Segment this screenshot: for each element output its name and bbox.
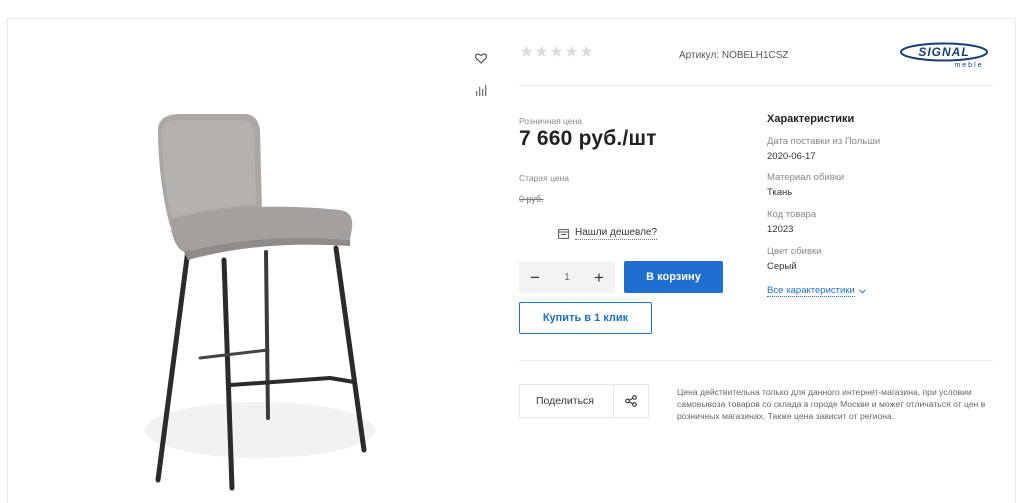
- characteristic-name: Материал обивки: [767, 172, 845, 183]
- price-disclaimer: Цена действительна только для данного ин…: [677, 387, 986, 421]
- add-to-cart-button[interactable]: В корзину: [624, 261, 723, 293]
- characteristic-item: Цвет обивки Серый: [767, 245, 821, 274]
- bar-stool-illustration: [145, 114, 375, 491]
- divider: [519, 360, 993, 361]
- characteristic-name: Дата поставки из Польши: [767, 136, 881, 147]
- article-number: Артикул: NOBELH1CSZ: [679, 50, 789, 61]
- buy-one-click-button[interactable]: Купить в 1 клик: [519, 302, 652, 334]
- article-label: Артикул:: [679, 50, 720, 61]
- price-value: 7 660 руб./шт: [519, 127, 657, 150]
- share-label: Поделиться: [536, 395, 594, 407]
- star-icon[interactable]: [565, 45, 578, 58]
- share-button[interactable]: Поделиться: [519, 384, 649, 418]
- all-characteristics-label: Все характеристики: [767, 285, 855, 297]
- star-icon[interactable]: [580, 45, 593, 58]
- characteristic-name: Цвет обивки: [767, 246, 822, 257]
- old-price-label: Старая цена: [519, 173, 570, 183]
- brand-logo[interactable]: SIGNAL meble: [899, 42, 992, 69]
- star-icon[interactable]: [535, 45, 548, 58]
- chevron-down-icon: [858, 288, 866, 294]
- star-icon[interactable]: [520, 45, 533, 58]
- calendar-icon: [558, 229, 569, 239]
- found-cheaper-link[interactable]: Нашли дешевле?: [558, 227, 658, 240]
- quantity-decrease-button[interactable]: −: [527, 269, 543, 286]
- brand-name: SIGNAL: [918, 45, 969, 59]
- compare-chart-icon[interactable]: [470, 79, 492, 101]
- price-label: Розничная цена: [519, 116, 583, 126]
- rating-stars[interactable]: [520, 45, 593, 58]
- star-icon[interactable]: [550, 45, 563, 58]
- brand-sub: meble: [954, 62, 983, 69]
- product-image[interactable]: [140, 100, 380, 495]
- characteristic-name: Код товара: [767, 209, 817, 220]
- characteristic-value: Ткань: [767, 187, 793, 198]
- characteristics-title: Характеристики: [767, 113, 855, 125]
- characteristic-value: Серый: [767, 261, 797, 272]
- quantity-increase-button[interactable]: +: [591, 269, 607, 286]
- share-icon[interactable]: [614, 385, 648, 417]
- wishlist-heart-icon[interactable]: [470, 47, 492, 69]
- characteristic-value: 2020-06-17: [767, 151, 816, 162]
- characteristic-item: Материал обивки Ткань: [767, 171, 844, 200]
- divider: [519, 85, 993, 86]
- all-characteristics-link[interactable]: Все характеристики: [767, 285, 866, 297]
- old-price-value: 0 руб.: [519, 194, 544, 204]
- characteristic-value: 12023: [767, 224, 794, 235]
- quantity-stepper[interactable]: − 1 +: [519, 261, 615, 293]
- characteristic-item: Код товара 12023: [767, 208, 816, 237]
- found-cheaper-label: Нашли дешевле?: [575, 227, 658, 240]
- article-value: NOBELH1CSZ: [721, 50, 789, 61]
- characteristic-item: Дата поставки из Польши 2020-06-17: [767, 135, 880, 164]
- quantity-value[interactable]: 1: [564, 272, 570, 283]
